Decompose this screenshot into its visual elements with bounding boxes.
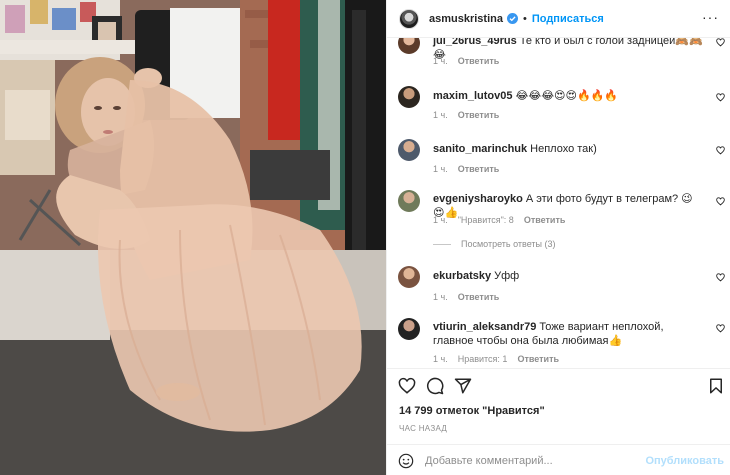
like-comment-heart-icon[interactable] [716,273,725,282]
like-comment-heart-icon[interactable] [716,146,725,155]
comment-text: Неплохо так) [530,143,597,155]
post-header: asmuskristina • Подписаться ··· [387,0,730,38]
comment-username[interactable]: sanito_marinchuk [433,143,527,155]
comment-meta: 1 ч. "Нравится": 8 Ответить [433,215,575,225]
like-comment-heart-icon[interactable] [716,38,725,47]
comment-meta: 1 ч. Ответить [433,56,509,66]
add-comment-bar: Опубликовать [387,444,730,475]
comment-meta: 1 ч. Ответить [433,110,509,120]
comment-likes[interactable]: Нравится: 1 [458,354,508,364]
reply-button[interactable]: Ответить [458,110,500,120]
comment-icon[interactable] [426,377,444,395]
comment-username[interactable]: evgeniysharoyko [433,193,523,205]
verified-icon [506,13,518,24]
post-photo[interactable] [0,0,386,475]
comment-time: 1 ч. [433,215,448,225]
bookmark-icon[interactable] [707,377,725,395]
follow-button[interactable]: Подписаться [532,13,604,25]
comment-username[interactable]: ekurbatsky [433,270,491,282]
commenter-avatar[interactable] [398,86,420,108]
like-comment-heart-icon[interactable] [716,324,725,333]
reply-button[interactable]: Ответить [524,215,566,225]
comment-body: ekurbatsky Уфф [433,269,703,283]
reply-button[interactable]: Ответить [517,354,559,364]
comment-text: 😂😂😂😍😍🔥🔥🔥 [515,90,619,102]
comment-likes[interactable]: "Нравится": 8 [458,215,514,225]
view-replies-button[interactable]: Посмотреть ответы (3) [433,239,556,249]
comments-list[interactable]: jul_26rus_49rus Те кто и был с голой задн… [387,38,730,368]
more-icon[interactable]: ··· [702,10,719,24]
comment-time: 1 ч. [433,164,448,174]
header-separator: • [522,12,527,25]
comment-time: 1 ч. [433,292,448,302]
comment-username[interactable]: vtiurin_aleksandr79 [433,321,536,333]
commenter-avatar[interactable] [398,318,420,340]
replies-divider [433,243,451,245]
emoji-icon[interactable] [398,453,414,469]
photo-illustration [0,0,386,475]
reply-button[interactable]: Ответить [458,292,500,302]
author-username[interactable]: asmuskristina [429,13,503,25]
comment-body: vtiurin_aleksandr79 Тоже вариант неплохой… [433,320,703,348]
view-replies-label: Посмотреть ответы (3) [461,239,556,249]
commenter-avatar[interactable] [398,190,420,212]
add-comment-input[interactable] [425,452,645,470]
like-comment-heart-icon[interactable] [716,197,725,206]
post-actions [387,368,730,402]
commenter-avatar[interactable] [398,38,420,54]
like-comment-heart-icon[interactable] [716,93,725,102]
author-avatar[interactable] [399,8,419,29]
commenter-avatar[interactable] [398,139,420,161]
reply-button[interactable]: Ответить [458,164,500,174]
comment-meta: 1 ч. Нравится: 1 Ответить [433,354,569,364]
comment-text: Уфф [494,270,520,282]
comment-time: 1 ч. [433,354,448,364]
comment-username[interactable]: maxim_lutov05 [433,90,512,102]
share-icon[interactable] [454,377,472,395]
comment-meta: 1 ч. Ответить [433,292,509,302]
comment-meta: 1 ч. Ответить [433,164,509,174]
commenter-avatar[interactable] [398,266,420,288]
comment-time: 1 ч. [433,56,448,66]
post-side-panel: asmuskristina • Подписаться ··· jul_26ru… [386,0,730,475]
comment-time: 1 ч. [433,110,448,120]
heart-icon[interactable] [398,377,416,395]
reply-button[interactable]: Ответить [458,56,500,66]
comment-body: sanito_marinchuk Неплохо так) [433,142,703,156]
likes-count[interactable]: 14 799 отметок "Нравится" [399,405,545,417]
post-time-ago: ЧАС НАЗАД [399,424,448,433]
comment-username[interactable]: jul_26rus_49rus [433,38,517,47]
comment-body: maxim_lutov05 😂😂😂😍😍🔥🔥🔥 [433,89,703,103]
publish-button[interactable]: Опубликовать [645,455,724,467]
